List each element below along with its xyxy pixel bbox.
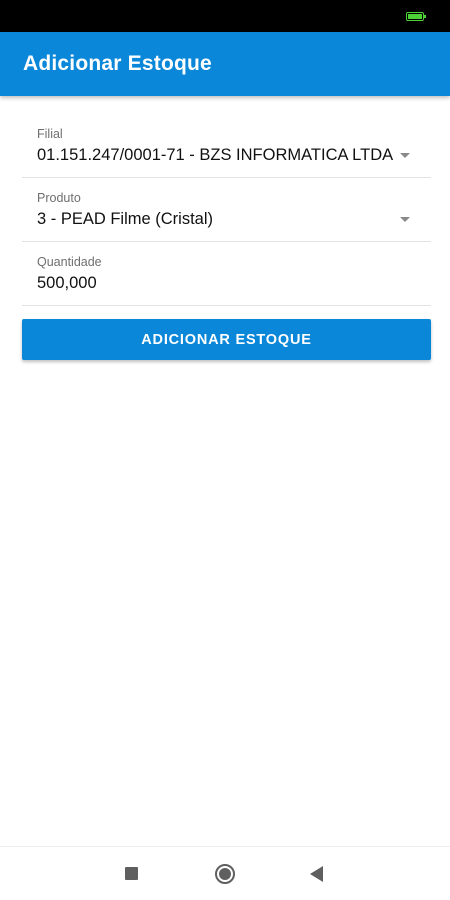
app-bar: Adicionar Estoque (0, 32, 450, 96)
add-stock-button[interactable]: ADICIONAR ESTOQUE (22, 319, 431, 360)
quantidade-field[interactable]: Quantidade 500,000 (22, 242, 431, 306)
home-circle-icon[interactable] (215, 864, 235, 884)
filial-value: 01.151.247/0001-71 - BZS INFORMATICA LTD… (37, 146, 394, 164)
back-triangle-icon[interactable] (310, 866, 323, 882)
recents-square-icon[interactable] (125, 867, 138, 880)
dropdown-arrow-icon[interactable] (400, 217, 410, 222)
dropdown-arrow-icon[interactable] (400, 153, 410, 158)
status-bar (0, 0, 450, 32)
system-nav-bar (0, 846, 450, 900)
produto-select[interactable]: Produto 3 - PEAD Filme (Cristal) (22, 178, 431, 242)
filial-select[interactable]: Filial 01.151.247/0001-71 - BZS INFORMAT… (22, 114, 431, 178)
page-title: Adicionar Estoque (23, 52, 212, 75)
screen: Adicionar Estoque Filial 01.151.247/0001… (0, 0, 450, 900)
filial-label: Filial (37, 127, 63, 141)
add-stock-form: Filial 01.151.247/0001-71 - BZS INFORMAT… (22, 114, 431, 360)
produto-label: Produto (37, 191, 81, 205)
quantidade-label: Quantidade (37, 255, 102, 269)
battery-icon (406, 12, 426, 21)
quantidade-input[interactable]: 500,000 (37, 274, 394, 293)
produto-value: 3 - PEAD Filme (Cristal) (37, 210, 214, 228)
